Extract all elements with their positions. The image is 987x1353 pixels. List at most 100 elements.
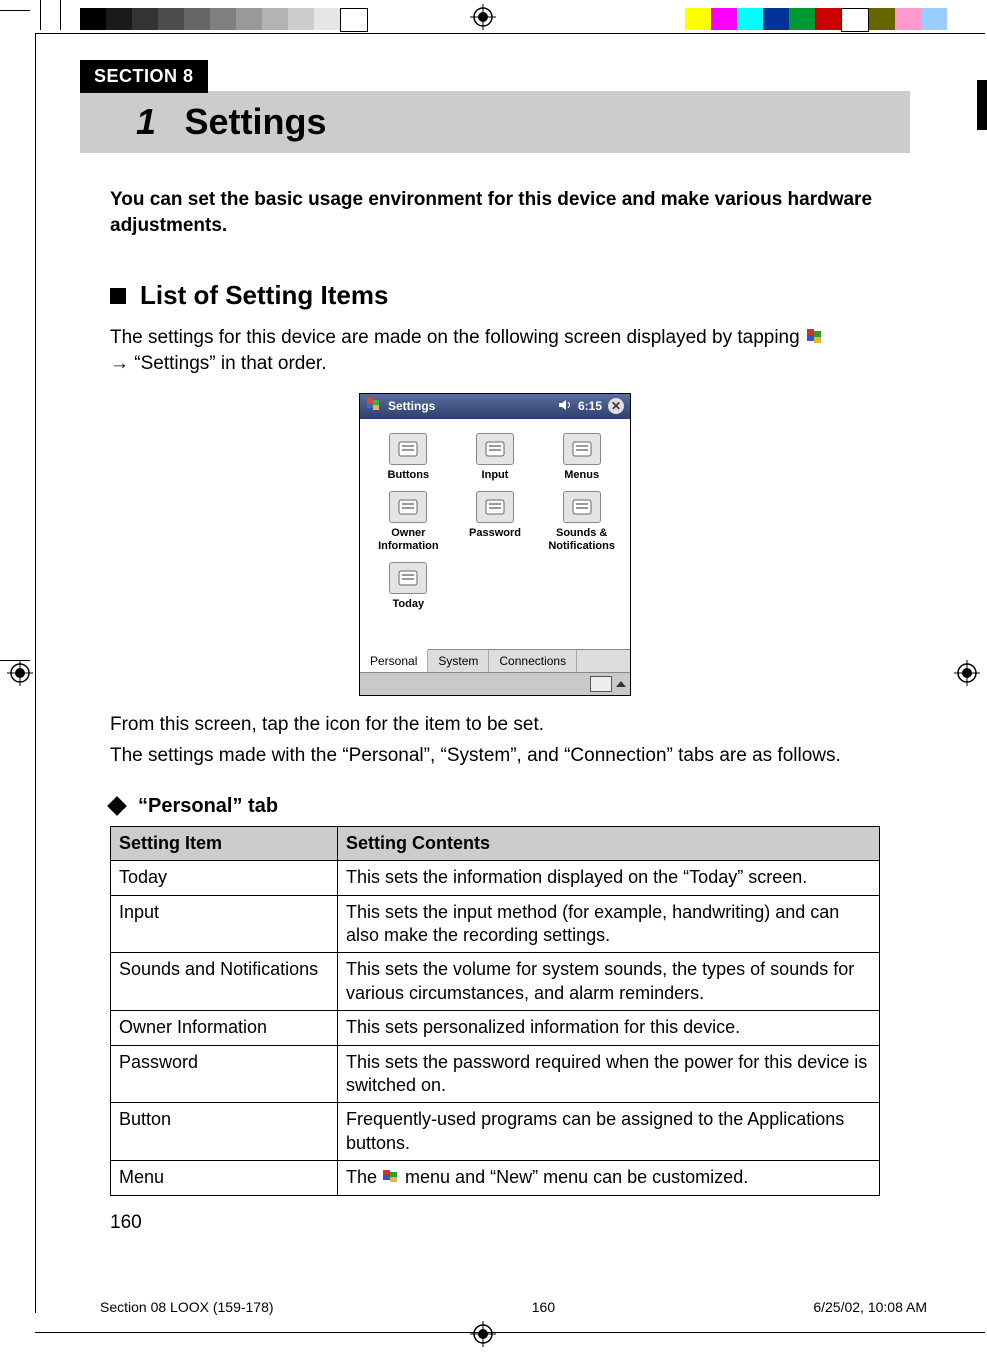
settings-item-label: Buttons	[368, 469, 449, 482]
bullet-square-icon	[110, 288, 126, 304]
color-swatch	[158, 8, 184, 30]
after-screenshot-line-2: The settings made with the “Personal”, “…	[110, 743, 910, 769]
color-swatch	[789, 8, 815, 30]
table-row: ButtonFrequently-used programs can be as…	[111, 1103, 880, 1161]
pda-settings-item: Password	[455, 491, 536, 552]
settings-item-label: Sounds & Notifications	[541, 527, 622, 552]
table-row: Sounds and NotificationsThis sets the vo…	[111, 953, 880, 1011]
color-bar	[80, 8, 947, 30]
color-swatch	[869, 8, 895, 30]
settings-item-icon	[476, 433, 514, 465]
footer-filename: Section 08 LOOX (159-178)	[100, 1299, 274, 1315]
table-cell-item: Sounds and Notifications	[111, 953, 338, 1011]
settings-item-label: Today	[368, 598, 449, 611]
trim-line-top	[35, 33, 985, 34]
table-cell-contents: This sets the volume for system sounds, …	[338, 953, 880, 1011]
pda-tab: System	[428, 650, 489, 672]
settings-item-label: Menus	[541, 469, 622, 482]
list-intro-text-1: The settings for this device are made on…	[110, 327, 805, 348]
start-flag-icon	[366, 397, 382, 416]
table-row: PasswordThis sets the password required …	[111, 1045, 880, 1103]
color-swatch	[763, 8, 789, 30]
table-cell-item: Today	[111, 861, 338, 895]
table-cell-item: Owner Information	[111, 1011, 338, 1045]
table-cell-contents: The menu and “New” menu can be customize…	[338, 1161, 880, 1195]
table-cell-item: Input	[111, 895, 338, 953]
up-triangle-icon	[616, 681, 626, 687]
table-cell-contents: This sets personalized information for t…	[338, 1011, 880, 1045]
color-swatch	[236, 8, 262, 30]
settings-item-icon	[389, 433, 427, 465]
pda-clock: 6:15	[578, 399, 602, 413]
bullet-diamond-icon	[107, 796, 127, 816]
heading-personal-tab: “Personal” tab	[110, 795, 910, 818]
pda-settings-item: Today	[368, 562, 449, 611]
table-cell-contents: This sets the information displayed on t…	[338, 861, 880, 895]
table-cell-item: Menu	[111, 1161, 338, 1195]
pda-settings-item: Buttons	[368, 433, 449, 482]
crop-mark	[40, 0, 41, 30]
table-cell-item: Password	[111, 1045, 338, 1103]
color-swatch	[340, 8, 368, 32]
color-swatch	[711, 8, 737, 30]
color-swatch	[921, 8, 947, 30]
color-swatch	[815, 8, 841, 30]
after-screenshot-line-1: From this screen, tap the icon for the i…	[110, 712, 910, 738]
trim-mark-right	[977, 80, 987, 130]
table-cell-contents: This sets the password required when the…	[338, 1045, 880, 1103]
trim-line-left	[35, 33, 36, 1313]
table-row: InputThis sets the input method (for exa…	[111, 895, 880, 953]
table-cell-contents: This sets the input method (for example,…	[338, 895, 880, 953]
table-row: MenuThe menu and “New” menu can be custo…	[111, 1161, 880, 1195]
color-swatch	[895, 8, 921, 30]
trim-line-bottom	[35, 1332, 985, 1333]
crop-mark	[60, 0, 61, 30]
heading-text: List of Setting Items	[140, 280, 388, 311]
pda-tab: Connections	[489, 650, 577, 672]
volume-icon	[558, 399, 572, 414]
start-flag-icon	[805, 327, 823, 345]
settings-screenshot: Settings 6:15 ✕ Buttons Input Menus Owner I…	[359, 393, 631, 696]
color-swatch	[841, 8, 869, 32]
settings-item-label: Owner Information	[368, 527, 449, 552]
section-tag: SECTION 8	[80, 60, 208, 93]
start-flag-icon	[382, 1168, 400, 1184]
chapter-title: Settings	[184, 101, 326, 142]
color-swatch	[80, 8, 106, 30]
table-header-contents: Setting Contents	[338, 826, 880, 860]
color-swatch	[262, 8, 288, 30]
imposition-footer: Section 08 LOOX (159-178) 160 6/25/02, 1…	[100, 1299, 927, 1315]
pda-settings-item: Sounds & Notifications	[541, 491, 622, 552]
list-intro-text-2: → “Settings” in that order.	[110, 353, 327, 374]
color-swatch	[288, 8, 314, 30]
color-swatch	[184, 8, 210, 30]
table-cell-text: menu and “New” menu can be customized.	[400, 1167, 748, 1187]
personal-settings-table: Setting Item Setting Contents TodayThis …	[110, 826, 880, 1196]
color-swatch	[210, 8, 236, 30]
intro-paragraph: You can set the basic usage environment …	[110, 187, 910, 238]
settings-item-label: Password	[455, 527, 536, 540]
pda-settings-item: Input	[455, 433, 536, 482]
table-cell-item: Button	[111, 1103, 338, 1161]
pda-icon-grid: Buttons Input Menus Owner Information Passwo…	[360, 419, 630, 649]
pda-tab-bar: PersonalSystemConnections	[360, 649, 630, 672]
color-swatch	[737, 8, 763, 30]
registration-mark-icon	[470, 1321, 496, 1347]
page-number: 160	[110, 1212, 910, 1234]
table-header-item: Setting Item	[111, 826, 338, 860]
crop-mark	[0, 10, 30, 11]
chapter-number: 1	[136, 101, 156, 142]
list-intro: The settings for this device are made on…	[110, 325, 910, 376]
heading-list-of-setting-items: List of Setting Items	[110, 280, 910, 311]
close-icon: ✕	[608, 398, 624, 414]
pda-settings-item: Menus	[541, 433, 622, 482]
settings-item-icon	[389, 562, 427, 594]
settings-item-icon	[389, 491, 427, 523]
color-swatch	[685, 8, 711, 30]
registration-mark-icon	[7, 660, 33, 686]
heading-personal-text: “Personal” tab	[138, 795, 278, 818]
table-row: Owner InformationThis sets personalized …	[111, 1011, 880, 1045]
pda-title-bar: Settings 6:15 ✕	[360, 394, 630, 419]
color-swatch	[314, 8, 340, 30]
table-cell-contents: Frequently-used programs can be assigned…	[338, 1103, 880, 1161]
